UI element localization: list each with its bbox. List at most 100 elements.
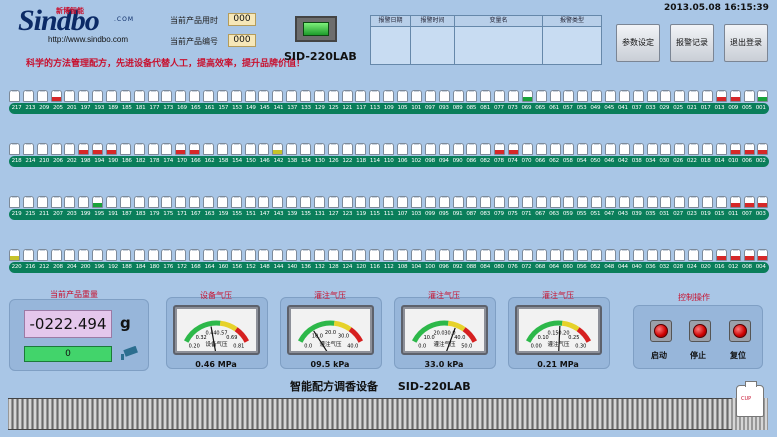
bottle — [175, 143, 187, 155]
bottle-number: 201 — [66, 105, 77, 111]
bottle-number: 183 — [135, 211, 146, 217]
bottle-number: 150 — [245, 158, 256, 164]
bottle — [466, 143, 478, 155]
bottle-fill — [744, 149, 754, 154]
bottle — [119, 90, 131, 102]
bottle — [313, 90, 325, 102]
bottle-number: 117 — [356, 105, 366, 111]
gauge-tick-label: 20.0 — [433, 331, 444, 337]
bottle — [577, 90, 589, 102]
bottle — [535, 196, 547, 208]
bottle — [258, 90, 270, 102]
conveyor-belt — [8, 398, 732, 430]
bottle-number: 198 — [80, 158, 91, 164]
bottle-number: 111 — [383, 211, 394, 217]
bottle-row-1 — [9, 90, 769, 102]
bottle-number: 194 — [94, 158, 105, 164]
bottle — [563, 249, 575, 261]
bottle — [646, 90, 658, 102]
bottle-number: 082 — [480, 158, 490, 164]
bottle-number: 124 — [342, 264, 353, 270]
bottle-number: 038 — [631, 158, 642, 164]
bottle — [549, 90, 561, 102]
bottle — [300, 249, 312, 261]
bottle-number: 010 — [728, 158, 739, 164]
bottle — [92, 249, 104, 261]
gauge-tick-label: 0.81 — [233, 344, 244, 350]
bottle-number: 103 — [411, 211, 422, 217]
gauge-tick-label: 0.30 — [575, 344, 586, 350]
reset-button[interactable] — [729, 320, 751, 342]
bottle-fill — [93, 202, 103, 207]
bottle — [92, 196, 104, 208]
alarm-log-button[interactable]: 报警记录 — [670, 24, 714, 62]
bottle-row-2 — [9, 143, 769, 155]
bottle-number: 079 — [493, 211, 504, 217]
bottle-number: 120 — [356, 264, 366, 270]
product-time-value: 000 — [228, 13, 256, 26]
bottle — [701, 90, 713, 102]
bottle-number: 099 — [425, 211, 435, 217]
bottle — [424, 90, 436, 102]
bottle — [78, 90, 90, 102]
bottle — [494, 143, 506, 155]
bottle-number: 116 — [369, 264, 380, 270]
bottle — [341, 196, 353, 208]
bottle — [424, 249, 436, 261]
bottle — [535, 90, 547, 102]
bottle — [452, 90, 464, 102]
bottle — [36, 143, 48, 155]
start-button[interactable] — [650, 320, 672, 342]
params-button[interactable]: 参数设定 — [616, 24, 660, 62]
bottle — [341, 90, 353, 102]
bottle — [438, 143, 450, 155]
logout-button[interactable]: 退出登录 — [724, 24, 768, 62]
logo-com-text: .COM — [114, 16, 134, 23]
bottle — [521, 90, 533, 102]
bottle-number: 097 — [425, 105, 435, 111]
bottle — [300, 143, 312, 155]
bottle-number: 070 — [521, 158, 532, 164]
bottle-number: 151 — [245, 211, 256, 217]
bottle — [466, 196, 478, 208]
bottle-number: 137 — [287, 105, 298, 111]
bottle — [355, 90, 367, 102]
bottle-number: 052 — [590, 264, 601, 270]
bottle-number: 078 — [493, 158, 504, 164]
bottle — [632, 90, 644, 102]
bottle — [757, 196, 769, 208]
bottle-number: 089 — [452, 105, 463, 111]
bottle — [106, 90, 118, 102]
bottle — [757, 90, 769, 102]
bottle-fill — [758, 96, 768, 101]
bottle-number: 033 — [645, 105, 656, 111]
bottle-number: 071 — [521, 211, 532, 217]
gauge-tick-label: 30.0 — [338, 334, 349, 340]
bottle-fill — [51, 96, 61, 101]
bottle-number: 207 — [52, 211, 63, 217]
bottle — [577, 249, 589, 261]
start-knob-icon — [654, 324, 668, 338]
bottle-number: 174 — [163, 158, 173, 164]
bottle-number: 086 — [466, 158, 477, 164]
stop-button[interactable] — [689, 320, 711, 342]
bottle-number: 094 — [438, 158, 449, 164]
bottle — [9, 143, 20, 155]
alarm-table[interactable]: 报警日期 报警时间 变量名 报警类型 — [370, 15, 602, 65]
bottle-fill — [730, 202, 740, 207]
bottle — [50, 90, 62, 102]
bottle — [507, 196, 519, 208]
bottle-number: 172 — [176, 264, 187, 270]
bottle-fill — [522, 96, 532, 101]
bottle-number: 202 — [66, 158, 77, 164]
bottle-number: 026 — [673, 158, 683, 164]
bottle-fill — [730, 96, 740, 101]
bottle — [549, 196, 561, 208]
bottle — [300, 196, 312, 208]
bottle-number: 161 — [204, 105, 215, 111]
bottle-number: 168 — [190, 264, 201, 270]
bottle-number: 219 — [11, 211, 22, 217]
bottle — [244, 143, 256, 155]
bottle — [369, 143, 381, 155]
bottle-number: 025 — [673, 105, 683, 111]
